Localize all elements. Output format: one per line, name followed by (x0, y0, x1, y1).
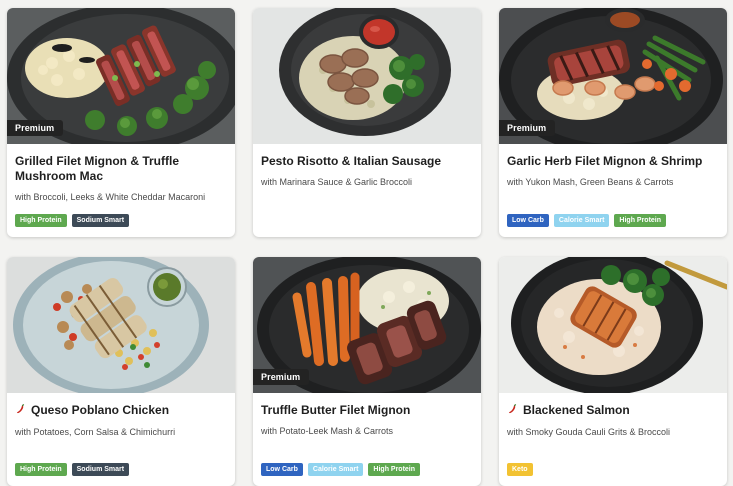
meal-card[interactable]: Pesto Risotto & Italian Sausage with Mar… (253, 8, 481, 237)
chili-pepper-icon (15, 404, 26, 419)
meal-card[interactable]: Queso Poblano Chicken with Potatoes, Cor… (7, 257, 235, 486)
meal-subtitle: with Yukon Mash, Green Beans & Carrots (507, 177, 674, 187)
meal-card[interactable]: Blackened Salmon with Smoky Gouda Cauli … (499, 257, 727, 486)
meal-card[interactable]: Premium Truffle Butter Filet Mignon with… (253, 257, 481, 486)
low-carb-badge: Low Carb (261, 463, 303, 476)
high-protein-badge: High Protein (15, 463, 67, 476)
meal-title-text: Blackened Salmon (523, 403, 630, 417)
sodium-smart-badge: Sodium Smart (71, 463, 130, 476)
chili-pepper-icon (507, 404, 518, 419)
badge-list: Low Carb Calorie Smart High Protein (261, 463, 421, 476)
premium-tag: Premium (7, 120, 64, 136)
meal-title-text: Queso Poblano Chicken (31, 403, 170, 417)
keto-badge: Keto (507, 463, 533, 476)
badge-list: Low Carb Calorie Smart High Protein (507, 214, 667, 227)
meal-photo[interactable] (253, 8, 481, 144)
high-protein-badge: High Protein (15, 214, 67, 227)
meal-subtitle: with Potato-Leek Mash & Carrots (261, 426, 394, 436)
badge-list: High Protein Sodium Smart (15, 214, 130, 227)
low-carb-badge: Low Carb (507, 214, 549, 227)
meal-photo[interactable]: Premium (499, 8, 727, 144)
meal-photo[interactable]: Premium (253, 257, 481, 393)
meal-title[interactable]: Grilled Filet Mignon & Truffle Mushroom … (15, 154, 227, 184)
high-protein-badge: High Protein (614, 214, 667, 227)
meal-title[interactable]: Blackened Salmon (507, 403, 719, 419)
badge-list: High Protein Sodium Smart (15, 463, 130, 476)
badge-list: Keto (507, 463, 533, 476)
meal-card[interactable]: Premium Garlic Herb Filet Mignon & Shrim… (499, 8, 727, 237)
premium-tag: Premium (499, 120, 556, 136)
meal-photo[interactable]: Premium (7, 8, 235, 144)
premium-tag: Premium (253, 369, 310, 385)
meal-photo[interactable] (7, 257, 235, 393)
meal-subtitle: with Marinara Sauce & Garlic Broccoli (261, 177, 413, 187)
sodium-smart-badge: Sodium Smart (71, 214, 130, 227)
calorie-smart-badge: Calorie Smart (553, 214, 610, 227)
meal-subtitle: with Smoky Gouda Cauli Grits & Broccoli (507, 427, 671, 437)
meal-subtitle: with Broccoli, Leeks & White Cheddar Mac… (15, 192, 206, 202)
meal-subtitle: with Potatoes, Corn Salsa & Chimichurri (15, 427, 176, 437)
meal-title[interactable]: Garlic Herb Filet Mignon & Shrimp (507, 154, 719, 169)
calorie-smart-badge: Calorie Smart (307, 463, 364, 476)
meal-photo[interactable] (499, 257, 727, 393)
meal-title[interactable]: Pesto Risotto & Italian Sausage (261, 154, 473, 169)
meal-card[interactable]: Premium Grilled Filet Mignon & Truffle M… (7, 8, 235, 237)
meal-grid: Premium Grilled Filet Mignon & Truffle M… (0, 0, 733, 486)
meal-title[interactable]: Truffle Butter Filet Mignon (261, 403, 473, 418)
meal-title[interactable]: Queso Poblano Chicken (15, 403, 227, 419)
high-protein-badge: High Protein (368, 463, 421, 476)
